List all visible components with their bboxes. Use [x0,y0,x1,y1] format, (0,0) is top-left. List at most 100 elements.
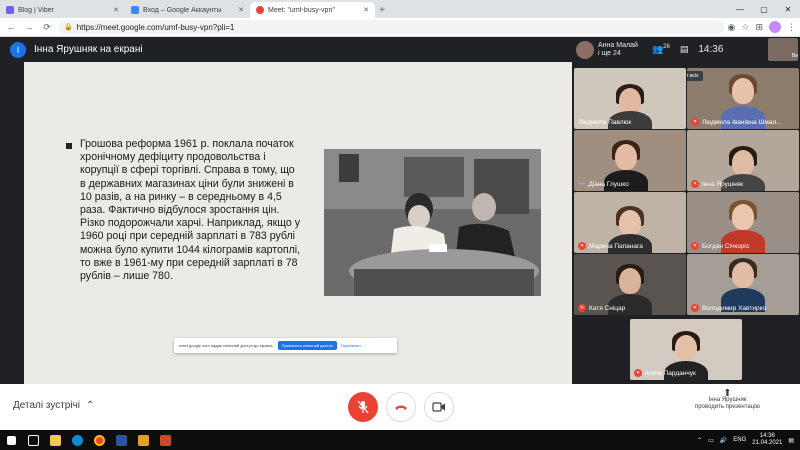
participant-name: Інна Ярушняк [702,180,744,188]
chevron-up-icon[interactable]: ⌃ [697,437,702,444]
leave-call-button[interactable] [386,392,416,422]
presenting-status[interactable]: ⬆ Інна Ярушняк проводить презентацію [680,388,775,411]
edge-icon [71,434,83,446]
forward-button[interactable]: → [22,20,36,34]
face [615,144,637,170]
task-view-button[interactable] [22,430,44,450]
participants-panel: Анна Малай і ще 24 👥26 ▤ 14:36 Ви Людмил… [572,37,800,384]
maximize-icon[interactable]: ▢ [752,0,776,18]
close-icon[interactable]: ✕ [113,6,119,14]
microphone-toggle-button[interactable] [348,392,378,422]
participant-tile[interactable]: ✕ Володимир Хавтирко [687,254,799,315]
mic-off-icon: ✕ [691,118,699,126]
participant-name-label: ✕ Інна Ярушняк [691,180,743,188]
url-text: https://meet.google.com/umf-busy-vpn?pli… [76,22,235,32]
close-window-icon[interactable]: ✕ [776,0,800,18]
face [675,335,697,361]
file-explorer-button[interactable] [44,430,66,450]
hide-button[interactable]: Приховати [341,343,361,348]
windows-start-button[interactable] [0,430,22,450]
app-icon [137,434,149,446]
address-bar: ← → ⟳ 🔒 https://meet.google.com/umf-busy… [0,18,800,37]
taskbar-date: 21.04.2021 [752,440,783,446]
camera-toggle-button[interactable] [424,392,454,422]
participant-name: Марина Папанага [589,242,643,250]
new-tab-button[interactable]: + [375,2,389,18]
folder-icon [49,434,61,446]
tab-meet[interactable]: Meet: "umf-busy-vpn" ✕ [250,2,375,18]
slide-bullet: Грошова реформа 1961 р. поклала початок … [66,138,302,283]
photo-drawing [324,149,541,296]
stop-sharing-button[interactable]: Припинити спільний доступ [277,341,337,350]
clock-date[interactable]: 14:36 21.04.2021 [752,433,782,447]
powerpoint-icon [159,434,171,446]
participant-name-label: ✕ Марина Папанага [578,242,643,250]
participant-tile[interactable]: ✕ Інна Ярушняк [687,130,799,191]
word-button[interactable] [110,430,132,450]
participant-name: Людмила Іванівна Шмал... [702,118,782,126]
browser-window: Blog | Viber ✕ Вход – Google Аккаунты ✕ … [0,0,800,450]
participant-name: Людмила Павлюк [578,119,632,126]
participant-tile[interactable]: ✕ Богдан Січкоріз [687,192,799,253]
participant-tile[interactable]: Людмила Павлюк [574,68,686,129]
participant-tile[interactable]: ✕ Катя Сніцар [574,254,686,315]
participant-tile[interactable]: ✕ Алina Парданчук [630,319,742,380]
participant-tile[interactable]: ••• Діана Глушко [574,130,686,191]
people-button[interactable]: 👥26 [652,44,670,55]
edge-button[interactable] [66,430,88,450]
chat-icon[interactable]: ▤ [680,44,689,55]
presentation-header: І Інна Ярушняк на екрані [0,37,570,62]
minimize-icon[interactable]: — [728,0,752,18]
network-icon[interactable]: ▭ [708,437,714,444]
url-field[interactable]: 🔒 https://meet.google.com/umf-busy-vpn?p… [58,20,724,34]
people-icon: 👥 [651,44,664,54]
mic-off-icon: ✕ [634,369,642,377]
face [732,262,754,288]
language-indicator[interactable]: ENG [733,437,746,443]
present-screen-icon: ⬆ [723,388,732,399]
camera-icon[interactable]: ◉ [728,22,736,33]
chrome-button[interactable] [88,430,110,450]
window-controls: — ▢ ✕ [728,0,800,18]
extensions-icon[interactable]: ⊞ [755,22,763,33]
tab-label: Blog | Viber [18,6,54,14]
reload-button[interactable]: ⟳ [40,20,54,34]
presenter-status-text: проводить презентацію [694,404,761,410]
powerpoint-button[interactable] [154,430,176,450]
windows-taskbar: ⌃ ▭ 🔊 ENG 14:36 21.04.2021 ▤ [0,430,800,450]
star-icon[interactable]: ☆ [741,22,749,33]
participant-tile[interactable]: ✕ Марина Папанага [574,192,686,253]
tab-viber[interactable]: Blog | Viber ✕ [0,2,125,18]
presentation-title: Інна Ярушняк на екрані [34,44,143,55]
back-button[interactable]: ← [4,20,18,34]
participant-name-label: ••• Діана Глушко [578,181,629,188]
meeting-clock: 14:36 [698,44,724,55]
notifications-icon[interactable]: ▤ [788,437,794,444]
participant-name: Володимир Хавтирко [702,304,767,312]
participant-tile[interactable]: Показати всіх ✕Людмила Іванівна Шмал... [687,68,799,129]
mic-off-icon: ✕ [691,242,699,250]
participant-name: Алina Парданчук [645,369,696,377]
close-icon[interactable]: ✕ [238,6,244,14]
historical-photo [324,149,541,296]
presenter-name: Інна Ярушняк [708,397,747,403]
participant-count: 26 [663,44,670,50]
word-icon [115,434,127,446]
menu-icon[interactable]: ⋮ [787,22,796,33]
tab-google-accounts[interactable]: Вход – Google Аккаунты ✕ [125,2,250,18]
chrome-icon [93,434,105,446]
face [732,204,754,230]
meeting-details-button[interactable]: Деталі зустрічі ⌃ [13,400,94,411]
video-camera-icon [432,402,445,412]
mic-off-icon: ✕ [578,304,586,312]
meeting-details-label: Деталі зустрічі [13,400,81,411]
app-button[interactable] [132,430,154,450]
profile-avatar[interactable] [769,21,781,33]
taskbar-time: 14:36 [759,433,775,439]
close-icon[interactable]: ✕ [363,6,369,14]
participant-name-label: ✕ Людмила Іванівна Шмал... [691,118,782,126]
panel-icons: 👥26 ▤ 14:36 [652,44,723,55]
avatar [576,40,594,59]
face [619,268,641,294]
volume-icon[interactable]: 🔊 [720,437,727,444]
